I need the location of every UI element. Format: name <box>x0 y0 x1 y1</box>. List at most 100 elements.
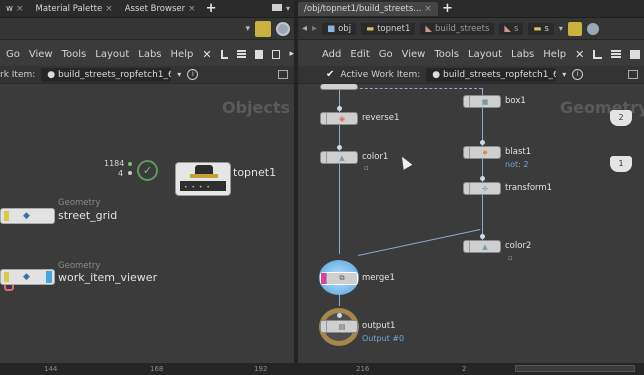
rop-icon: ◣ <box>504 23 511 34</box>
list-icon[interactable] <box>611 49 622 59</box>
range-slider[interactable] <box>515 365 635 372</box>
list-icon[interactable] <box>237 49 246 59</box>
street-grid-node[interactable]: ◆ <box>0 208 55 224</box>
pin-icon[interactable] <box>255 20 271 37</box>
close-icon[interactable]: × <box>188 2 196 16</box>
check-icon[interactable]: ✔ <box>326 69 334 80</box>
menu-help[interactable]: Help <box>171 49 194 60</box>
tree-icon[interactable] <box>593 49 603 59</box>
timeline-bar[interactable]: 144 168 192 216 2 <box>0 363 644 375</box>
reverse1-node[interactable]: ◉ <box>320 112 358 125</box>
topnet-node[interactable]: • • • • <box>175 162 231 196</box>
color2-node[interactable]: ▲ <box>463 240 501 253</box>
work-item-label: Active Work Item: <box>340 69 421 80</box>
reverse1-label: reverse1 <box>362 113 400 123</box>
wrench-icon[interactable]: ✕ <box>202 48 211 61</box>
mouse-cursor-icon <box>397 154 413 170</box>
wrench-icon[interactable]: ✕ <box>575 48 584 61</box>
render-flag[interactable] <box>46 271 52 283</box>
tab-network-path[interactable]: /obj/topnet1/build_streets... × <box>298 1 438 16</box>
menu-add[interactable]: Add <box>322 49 341 60</box>
network-box-badge[interactable]: 2 <box>610 110 632 126</box>
blast1-node[interactable]: ✹ <box>463 146 501 159</box>
menu-tools[interactable]: Tools <box>62 49 87 60</box>
tab-material-palette[interactable]: Material Palette × <box>30 2 119 16</box>
path-segment-topnet[interactable]: ▬ topnet1 <box>361 22 416 35</box>
partial-node[interactable] <box>320 84 358 90</box>
add-tab-icon[interactable]: + <box>202 1 221 16</box>
geometry-icon: ◆ <box>23 272 30 282</box>
tab-asset-browser[interactable]: Asset Browser × <box>119 2 202 16</box>
topnet-label: topnet1 <box>233 166 277 179</box>
blast1-label: blast1 <box>505 147 532 157</box>
add-tab-icon[interactable]: + <box>438 1 457 16</box>
pane-menu-icon[interactable] <box>271 4 282 11</box>
menu-tools[interactable]: Tools <box>434 49 459 60</box>
path-segment-obj[interactable]: ■ obj <box>322 22 357 35</box>
pin-icon[interactable] <box>567 21 582 36</box>
count-top: 1184 <box>104 159 125 168</box>
chevron-down-icon[interactable]: ▾ <box>559 24 563 33</box>
path-segment-s2[interactable]: ▬ s <box>528 22 554 35</box>
display-flag[interactable] <box>4 272 9 282</box>
info-icon[interactable]: i <box>572 69 584 80</box>
rop-icon: ◣ <box>425 23 432 34</box>
connector-dot <box>480 176 485 181</box>
chevron-down-icon[interactable]: ▾ <box>177 70 181 79</box>
back-arrow-icon[interactable]: ◂ <box>302 23 307 34</box>
hat-band <box>190 174 218 178</box>
topnet-progress: • • • • <box>184 184 211 191</box>
tree-icon[interactable] <box>220 49 229 59</box>
menu-go[interactable]: Go <box>379 49 393 60</box>
network-box-badge[interactable]: 1 <box>610 156 632 172</box>
wire-dashed <box>340 88 482 89</box>
error-wire <box>4 285 14 291</box>
left-toolbar: ▾ <box>0 18 294 40</box>
panel-icon[interactable] <box>628 70 638 79</box>
work-item-field[interactable]: ● build_streets_ropfetch1_619! <box>426 67 557 82</box>
link-icon[interactable] <box>276 21 290 36</box>
menu-view[interactable]: View <box>402 49 426 60</box>
menu-layout[interactable]: Layout <box>95 49 129 60</box>
chevron-down-icon[interactable]: ▾ <box>286 4 290 13</box>
display-flag[interactable] <box>4 211 9 221</box>
info-icon[interactable]: i <box>187 69 199 80</box>
left-network-canvas[interactable]: Objects 1184 4 ✓ • • • • topnet1 Geometr… <box>0 84 294 363</box>
box1-node[interactable]: ■ <box>463 95 501 108</box>
panel-icon[interactable] <box>278 70 288 79</box>
color1-node[interactable]: ▲ <box>320 151 358 164</box>
merge1-node[interactable]: ⧉ <box>320 272 358 285</box>
work-item-label: rk Item: <box>0 69 36 80</box>
geometry-icon: ◆ <box>23 211 30 221</box>
menu-view[interactable]: View <box>29 49 53 60</box>
close-icon[interactable]: × <box>105 2 113 16</box>
tab-w[interactable]: w × <box>0 2 30 16</box>
grid-icon[interactable] <box>630 49 641 59</box>
menu-labs[interactable]: Labs <box>138 49 161 60</box>
right-network-canvas[interactable]: Geometry ◉ reverse1 ▲ color1 ▫ ■ box1 ✹ … <box>298 84 644 363</box>
close-icon[interactable]: × <box>424 2 432 16</box>
path-segment-build-streets[interactable]: ◣ build_streets <box>420 22 495 35</box>
menu-layout[interactable]: Layout <box>468 49 502 60</box>
forward-arrow-icon[interactable]: ▸ <box>312 23 317 34</box>
menu-help[interactable]: Help <box>543 49 566 60</box>
chevron-down-icon[interactable]: ▾ <box>562 70 566 79</box>
output1-node[interactable]: ▤ <box>320 320 358 333</box>
transform1-node[interactable]: ✣ <box>463 182 501 195</box>
chevron-down-icon[interactable]: ▾ <box>245 24 250 34</box>
grid-icon[interactable] <box>254 49 263 59</box>
link-icon[interactable] <box>586 22 599 35</box>
table-icon[interactable] <box>271 49 281 59</box>
work-item-viewer-node[interactable]: ◆ <box>0 269 55 285</box>
check-icon[interactable]: ✓ <box>137 160 158 181</box>
path-segment-s1[interactable]: ◣ s <box>499 22 524 35</box>
timeline-tick: 144 <box>44 365 58 373</box>
right-workitem-bar: ✔ Active Work Item: ● build_streets_ropf… <box>298 66 644 84</box>
close-icon[interactable]: × <box>16 2 24 16</box>
work-item-field[interactable]: ● build_streets_ropfetch1_619! <box>41 67 172 82</box>
menu-go[interactable]: Go <box>6 49 20 60</box>
menu-labs[interactable]: Labs <box>511 49 534 60</box>
menu-edit[interactable]: Edit <box>350 49 369 60</box>
blast-icon: ✹ <box>482 148 488 157</box>
left-tabbar: w × Material Palette × Asset Browser × + ▾ <box>0 0 294 18</box>
